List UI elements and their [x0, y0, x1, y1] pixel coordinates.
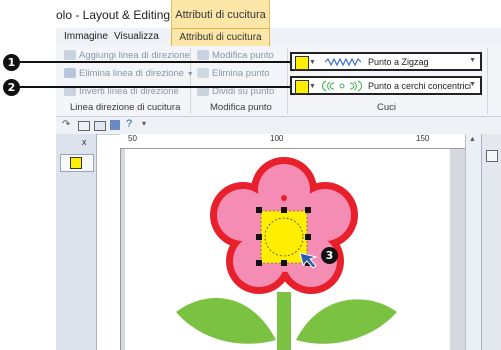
stem[interactable] — [277, 292, 291, 350]
scroll-up-icon[interactable]: ▲ — [469, 136, 476, 143]
flower-design — [176, 157, 397, 350]
vertical-scrollbar[interactable]: ▲ — [465, 134, 482, 350]
leaf-right[interactable] — [296, 299, 397, 344]
leaf-left[interactable] — [176, 297, 276, 344]
right-panel — [481, 134, 501, 350]
panel-icon[interactable] — [486, 150, 498, 162]
rotation-handle[interactable] — [281, 195, 287, 201]
callout-3: 3 — [321, 247, 338, 264]
